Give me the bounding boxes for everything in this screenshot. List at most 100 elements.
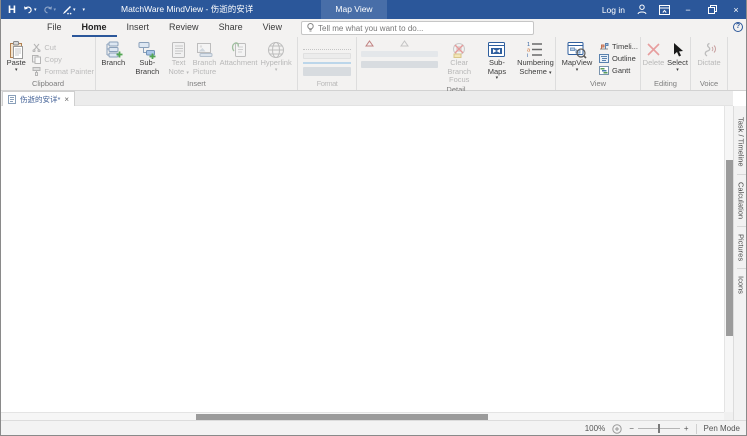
side-tab-icons[interactable]: Icons <box>737 268 746 301</box>
sub-maps-icon <box>487 40 506 59</box>
group-editing: Delete Select ▾ Editing <box>641 37 691 90</box>
pen-tool-button[interactable]: ▾ <box>60 0 78 19</box>
sub-maps-caret-icon: ▾ <box>496 76 499 81</box>
text-note-icon <box>171 40 186 59</box>
mapview-caret-icon: ▾ <box>576 68 579 73</box>
timeline-button[interactable]: Timeli... <box>597 40 638 52</box>
copy-icon <box>32 55 41 64</box>
cut-button[interactable]: Cut <box>30 41 94 53</box>
account-button[interactable] <box>631 0 653 19</box>
zoom-slider[interactable]: − + <box>629 424 688 433</box>
map-canvas[interactable] <box>1 106 724 412</box>
side-tab-pictures[interactable]: Pictures <box>737 226 746 268</box>
branch-button[interactable]: Branch <box>99 38 128 68</box>
horizontal-scrollbar[interactable] <box>1 412 724 420</box>
help-icon[interactable]: ? <box>733 22 743 32</box>
tab-file[interactable]: File <box>37 19 72 37</box>
branch-picture-button[interactable]: Branch Picture <box>190 38 219 76</box>
outline-icon <box>599 54 609 63</box>
dictate-button[interactable]: Dictate <box>694 38 724 68</box>
document-icon <box>8 95 16 104</box>
font-size-control-disabled <box>303 53 351 59</box>
zoom-slider-track[interactable] <box>638 428 680 429</box>
group-label-voice: Voice <box>692 79 726 90</box>
attachment-button[interactable]: Attachment <box>219 38 258 68</box>
mindview-logo: H <box>5 4 19 16</box>
mapview-button[interactable]: MapView ▾ <box>559 38 595 73</box>
pen-mode-toggle[interactable]: Pen Mode <box>704 424 740 433</box>
dictate-icon <box>701 40 717 59</box>
paste-button[interactable]: Paste ▾ <box>2 38 30 73</box>
zoom-out-icon[interactable]: − <box>629 424 634 433</box>
group-label-clipboard: Clipboard <box>2 79 94 90</box>
tell-me-search-input[interactable]: Tell me what you want to do... <box>301 21 534 35</box>
sub-maps-button[interactable]: Sub-Maps ▾ <box>480 38 514 81</box>
ribbon-display-options-button[interactable] <box>653 0 676 19</box>
numbering-scheme-button[interactable]: 1ai Numbering Scheme ▾ <box>517 38 554 76</box>
context-tab-map-view[interactable]: Map View <box>321 0 387 19</box>
zoom-slider-thumb[interactable] <box>658 424 660 433</box>
sub-branch-button[interactable]: Sub-Branch <box>128 38 167 76</box>
vertical-scrollbar-thumb[interactable] <box>726 160 733 336</box>
undo-button[interactable]: ▾ <box>21 0 39 19</box>
format-painter-button[interactable]: Format Painter <box>30 65 94 77</box>
paste-caret-icon: ▾ <box>15 68 18 73</box>
sub-branch-icon <box>138 40 157 59</box>
gantt-button[interactable]: Gantt <box>597 64 638 76</box>
undo-caret-icon: ▾ <box>34 7 37 13</box>
copy-button[interactable]: Copy <box>30 53 94 65</box>
paste-icon <box>9 40 24 59</box>
font-color-control-disabled <box>303 62 351 64</box>
delete-icon <box>646 40 661 59</box>
select-button[interactable]: Select ▾ <box>666 38 689 73</box>
redo-caret-icon: ▾ <box>54 7 57 13</box>
group-label-view: View <box>557 79 639 90</box>
fit-map-icon[interactable] <box>612 424 622 434</box>
select-caret-icon: ▾ <box>676 68 679 73</box>
fill-color-control-disabled <box>303 67 351 76</box>
gantt-icon <box>599 66 609 75</box>
delete-button[interactable]: Delete <box>642 38 665 68</box>
clear-branch-focus-button[interactable]: Clear Branch Focus <box>441 38 477 85</box>
mindview-window: H ▾ ▾ ▾ ▾ MatchWare MindView - 伤逝的安详 Map… <box>0 0 747 436</box>
hyperlink-icon <box>267 40 285 59</box>
task-data-bar-disabled <box>361 51 438 57</box>
vertical-scrollbar[interactable] <box>724 106 733 412</box>
login-button[interactable]: Log in <box>596 0 631 19</box>
minimize-button[interactable]: − <box>676 0 700 19</box>
ribbon-home: Paste ▾ Cut Copy Format Painter <box>1 37 747 91</box>
tab-insert[interactable]: Insert <box>117 19 160 37</box>
tab-review[interactable]: Review <box>159 19 209 37</box>
close-button[interactable]: × <box>724 0 747 19</box>
tab-view[interactable]: View <box>253 19 292 37</box>
person-icon <box>637 4 647 15</box>
redo-button[interactable]: ▾ <box>41 0 59 19</box>
restore-button[interactable] <box>700 0 724 19</box>
tab-home[interactable]: Home <box>72 19 117 37</box>
branch-picture-icon <box>196 40 214 59</box>
group-insert: Branch Sub-Branch Text Note ▾ <box>96 37 298 90</box>
group-format: Format <box>298 37 357 90</box>
detail-disabled-controls <box>361 38 438 68</box>
title-bar: H ▾ ▾ ▾ ▾ MatchWare MindView - 伤逝的安详 Map… <box>1 0 747 19</box>
hyperlink-button[interactable]: Hyperlink ▾ <box>258 38 294 73</box>
status-bar: 100% − + Pen Mode <box>1 420 747 436</box>
cut-icon <box>32 43 41 52</box>
tab-share[interactable]: Share <box>209 19 253 37</box>
text-note-caret-icon: ▾ <box>186 70 189 76</box>
ribbon-display-options-icon <box>659 5 670 15</box>
text-note-button[interactable]: Text Note ▾ <box>167 38 190 76</box>
outline-button[interactable]: Outline <box>597 52 638 64</box>
customize-qat-button[interactable]: ▾ <box>80 0 88 19</box>
side-tab-calculation[interactable]: Calculation <box>737 174 746 226</box>
window-title: MatchWare MindView - 伤逝的安详 <box>121 0 253 19</box>
zoom-level: 100% <box>585 424 605 433</box>
document-tab[interactable]: 伤逝的安详* × <box>2 91 75 106</box>
font-name-control-disabled <box>303 45 351 50</box>
zoom-in-icon[interactable]: + <box>684 424 689 433</box>
document-tab-close-icon[interactable]: × <box>64 95 69 104</box>
ribbon-tab-row: File Home Insert Review Share View Desig… <box>1 19 747 37</box>
attachment-icon <box>231 40 247 59</box>
side-tab-task-timeline[interactable]: Task / Timeline <box>737 110 746 174</box>
calculation-bar-disabled <box>361 61 438 68</box>
